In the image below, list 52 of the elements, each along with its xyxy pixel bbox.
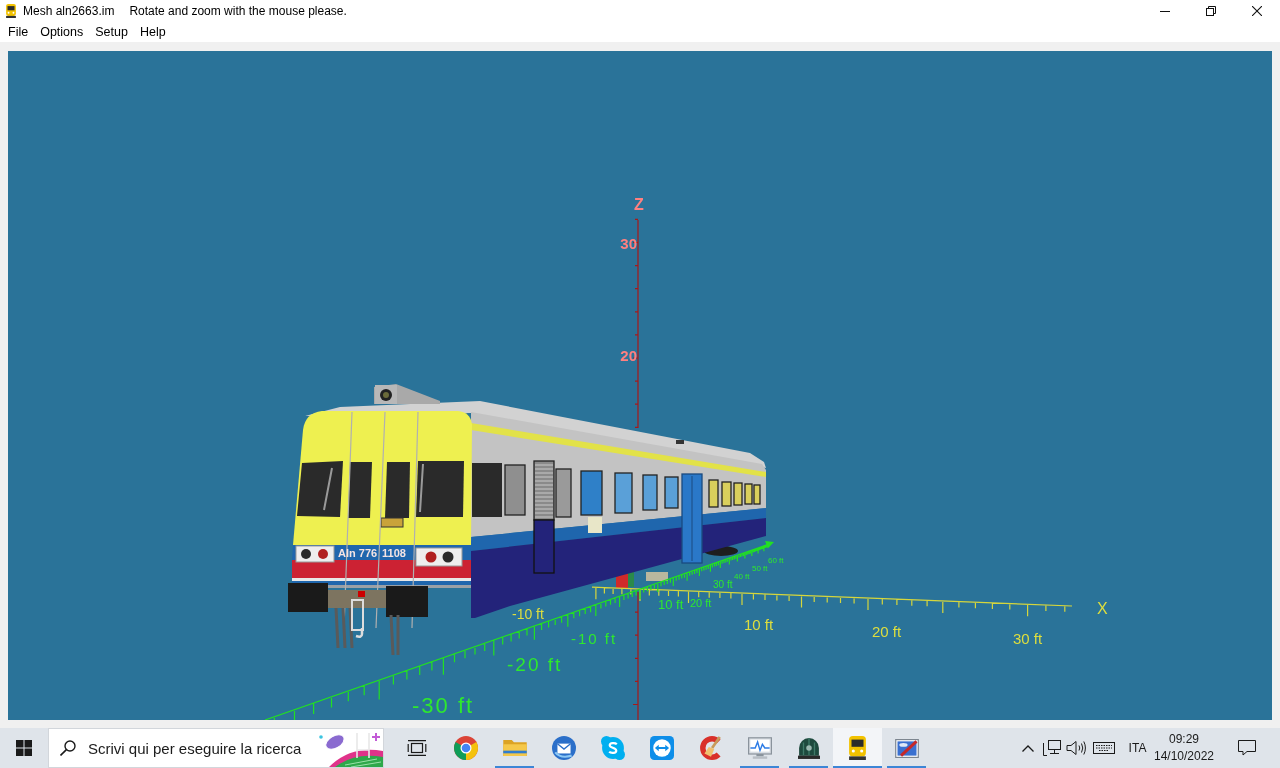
search-icon xyxy=(60,740,76,756)
task-view-icon xyxy=(406,740,427,756)
window-title: Mesh aln2663.im xyxy=(23,4,115,18)
minimize-icon xyxy=(1160,10,1170,12)
menu-item[interactable]: Help xyxy=(133,22,172,42)
axis-name: X xyxy=(1097,600,1108,617)
axis-label: 30 xyxy=(620,235,637,252)
close-icon xyxy=(1252,6,1262,16)
menu-item[interactable]: Options xyxy=(34,22,90,42)
picture-pen-icon xyxy=(894,738,919,758)
folder-icon xyxy=(502,740,527,756)
notification-icon[interactable] xyxy=(1238,740,1256,756)
axis-label: -30 ft xyxy=(412,693,475,718)
envelope-circle-icon xyxy=(551,736,576,760)
axis-label: 40 ft xyxy=(734,572,750,581)
restore-icon xyxy=(1206,6,1216,16)
axis-label: -20 ft xyxy=(507,654,563,675)
axis-label: 30 ft xyxy=(713,579,733,590)
brush-icon xyxy=(699,736,722,760)
train-number: 1108 xyxy=(382,547,406,559)
train-marking: Aln 776 xyxy=(338,547,378,559)
monitor-chart-icon xyxy=(747,737,772,759)
four-panes-icon xyxy=(16,740,32,756)
axis-label: 50 ft xyxy=(752,564,768,573)
axis-label: 20 xyxy=(620,347,637,364)
axis-label: -10 ft xyxy=(571,630,618,647)
axis-label: -10 ft xyxy=(512,606,544,622)
axis-name: Z xyxy=(634,196,644,213)
chevron-up-icon[interactable] xyxy=(1022,744,1034,752)
dome-icon xyxy=(797,737,820,759)
axis-label: 20 ft xyxy=(690,597,712,609)
window-hint: Rotate and zoom with the mouse please. xyxy=(129,4,347,18)
tricolor-circle-icon xyxy=(453,736,478,760)
axis-label: 10 ft xyxy=(658,597,684,612)
axis-label: 20 ft xyxy=(872,623,902,640)
train-icon xyxy=(849,736,866,760)
double-arrow-icon xyxy=(649,736,674,760)
menu-item[interactable]: Setup xyxy=(89,22,134,42)
s-logo-icon xyxy=(600,736,625,760)
taskbar-app-button[interactable] xyxy=(833,728,882,768)
clock-button[interactable]: 09:29 14/10/2022 xyxy=(1155,728,1213,768)
volume-icon[interactable] xyxy=(1066,740,1086,756)
axis-label: 10 ft xyxy=(744,616,774,633)
axis-label: 30 ft xyxy=(1013,630,1043,647)
network-icon[interactable] xyxy=(1043,740,1061,756)
axis-label: 60 ft xyxy=(768,556,784,565)
search-field[interactable]: Scrivi qui per eseguire la ricerca xyxy=(48,728,384,768)
scene-viewport[interactable]: Aln 776 1108 Z 30 20 -10 ft 10 ft 20 ft 30 ft X -30 ft -20 ft -10 ft 10 ft 20 ft 30 ft 40 ft 50 ft 60 ft xyxy=(8,51,1272,720)
keyboard-icon[interactable] xyxy=(1093,742,1115,754)
input-language-button[interactable]: ITA xyxy=(1120,728,1155,768)
menu-item[interactable]: File xyxy=(2,22,35,42)
train-icon xyxy=(6,4,16,18)
